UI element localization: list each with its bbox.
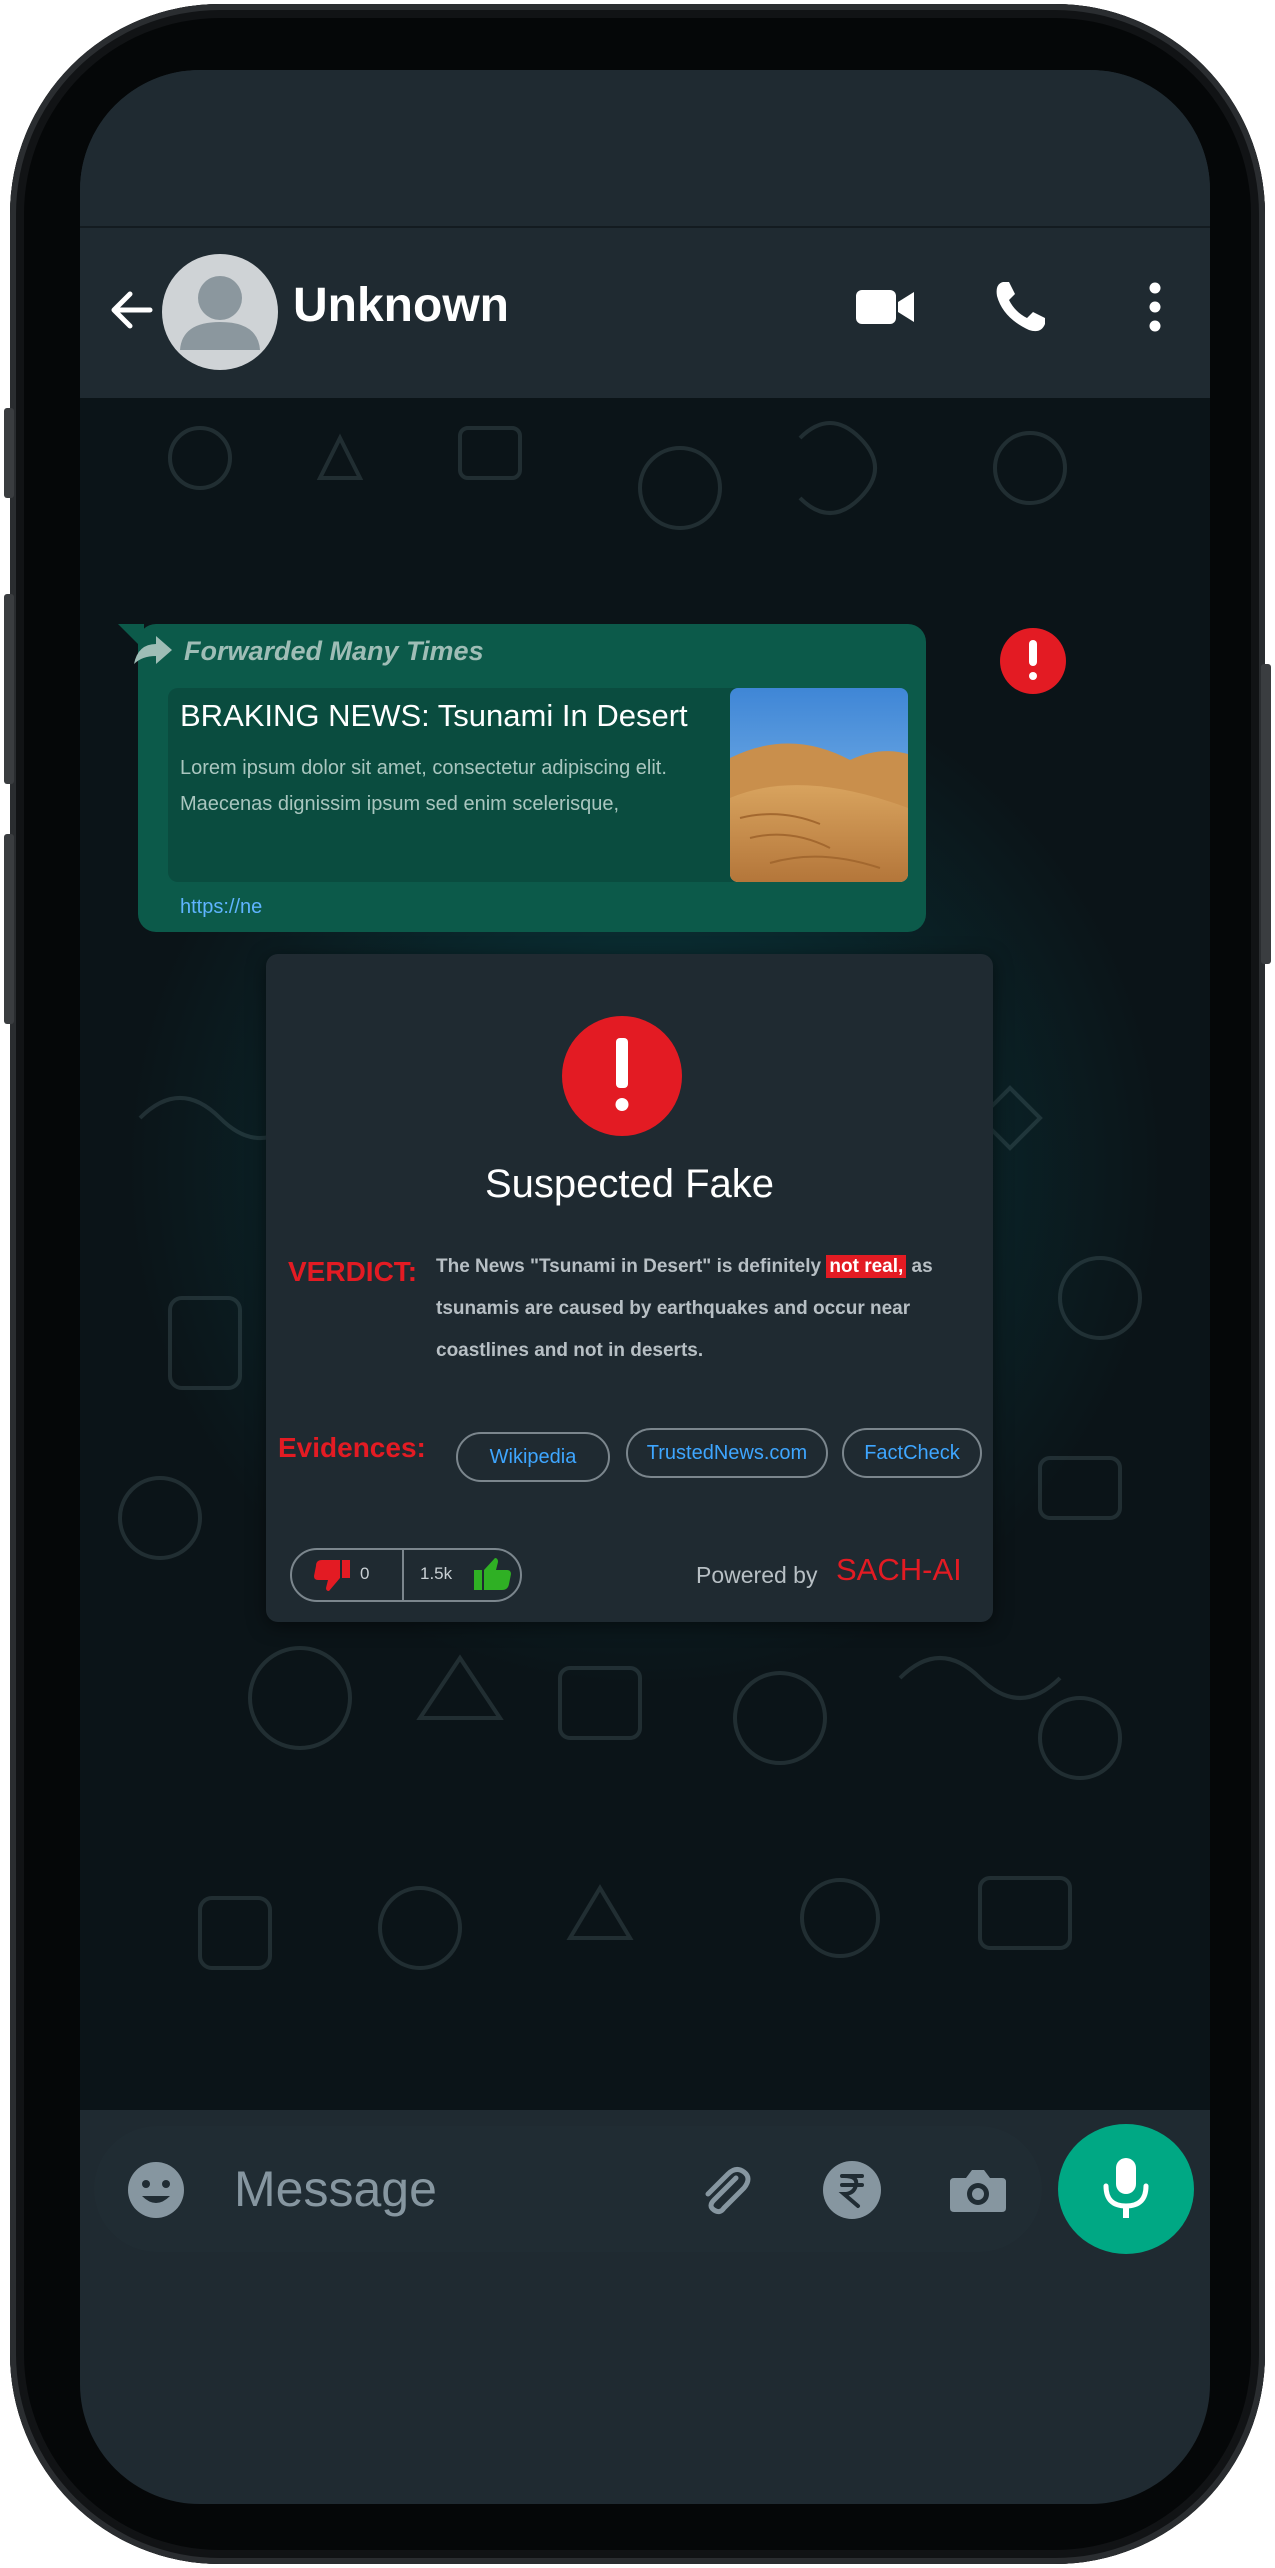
thumbs-down-icon[interactable] xyxy=(312,1558,352,1592)
camera-icon[interactable] xyxy=(946,2158,1010,2222)
back-arrow-icon[interactable] xyxy=(102,280,162,340)
mic-icon xyxy=(1103,2158,1149,2218)
warning-alert-icon[interactable] xyxy=(1000,628,1066,694)
more-vert-icon[interactable] xyxy=(1120,272,1190,342)
fact-check-popup: Suspected Fake VERDICT: The News "Tsunam… xyxy=(266,954,993,1622)
emoji-icon[interactable] xyxy=(124,2158,188,2222)
phone-icon[interactable] xyxy=(985,272,1055,342)
link-url[interactable]: https://ne xyxy=(180,896,262,919)
forward-icon xyxy=(134,636,172,664)
chat-area: Forwarded Many Times BRAKING NEWS: Tsuna… xyxy=(80,398,1210,2110)
verdict-text: The News "Tsunami in Desert" is definite… xyxy=(436,1246,961,1372)
screen: Unknown Forwarded Many Times BRAKING NEW… xyxy=(80,70,1210,2504)
contact-name[interactable]: Unknown xyxy=(293,278,509,333)
popup-title: Suspected Fake xyxy=(484,1162,775,1206)
vote-widget: 0 1.5k xyxy=(290,1548,522,1602)
evidence-trustednews[interactable]: TrustedNews.com xyxy=(626,1428,828,1478)
upvote-count: 1.5k xyxy=(420,1564,453,1583)
side-button xyxy=(4,594,14,784)
brand-name[interactable]: SACH-AI xyxy=(836,1552,962,1588)
video-call-icon[interactable] xyxy=(850,272,920,342)
side-button xyxy=(4,408,14,498)
phone-frame: Unknown Forwarded Many Times BRAKING NEW… xyxy=(4,4,1271,2564)
chat-header: Unknown xyxy=(80,228,1210,398)
status-bar xyxy=(80,70,1210,228)
thumbs-up-icon[interactable] xyxy=(472,1556,512,1592)
composer: Message xyxy=(80,2110,1210,2254)
avatar[interactable] xyxy=(162,254,278,370)
mic-button[interactable] xyxy=(1058,2124,1194,2254)
downvote-count: 0 xyxy=(360,1564,370,1583)
forwarded-label: Forwarded Many Times xyxy=(184,636,484,666)
alert-icon xyxy=(562,1016,682,1136)
powered-by-label: Powered by xyxy=(696,1562,818,1588)
message-placeholder: Message xyxy=(234,2161,437,2217)
rupee-icon[interactable] xyxy=(820,2158,884,2222)
link-preview-image xyxy=(730,688,908,882)
desert-image xyxy=(730,688,908,882)
evidences-label: Evidences: xyxy=(278,1432,426,1463)
link-preview-title: BRAKING NEWS: Tsunami In Desert xyxy=(180,698,688,733)
evidence-wikipedia[interactable]: Wikipedia xyxy=(456,1432,610,1482)
side-button xyxy=(1261,664,1271,964)
verdict-text-start: The News "Tsunami in Desert" is definite… xyxy=(436,1256,827,1277)
message-input[interactable]: Message xyxy=(94,2126,1042,2252)
person-icon xyxy=(180,276,260,350)
vote-divider xyxy=(402,1550,404,1600)
verdict-label: VERDICT: xyxy=(288,1256,418,1287)
verdict-highlight: not real, xyxy=(826,1255,907,1278)
link-preview-description: Lorem ipsum dolor sit amet, consectetur … xyxy=(180,757,667,815)
side-button xyxy=(4,834,14,1024)
evidence-factcheck[interactable]: FactCheck xyxy=(842,1428,982,1478)
attach-icon[interactable] xyxy=(692,2158,756,2222)
